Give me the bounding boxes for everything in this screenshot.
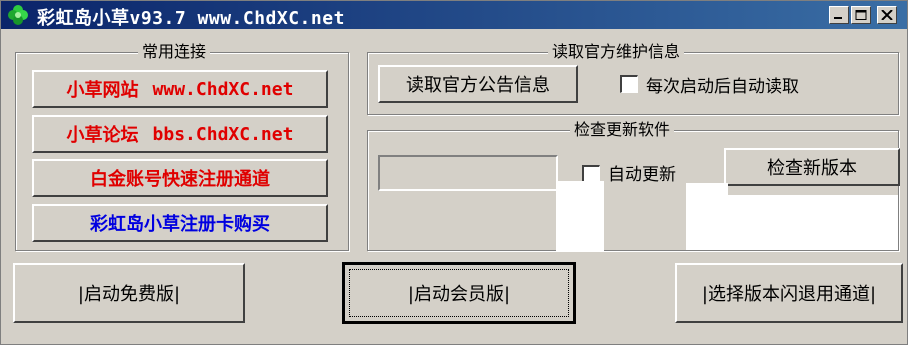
link-forum-label: 小草论坛 <box>66 125 139 146</box>
link-forum-button[interactable]: 小草论坛 bbs.ChdXC.net <box>32 115 328 153</box>
link-website-url: www.ChdXC.net <box>152 78 294 100</box>
launch-free-label: |启动免费版| <box>77 284 181 305</box>
link-website-label: 小草网站 <box>66 80 139 101</box>
clover-app-icon <box>7 4 29 26</box>
links-group-title: 常用连接 <box>138 42 211 62</box>
read-notice-label: 读取官方公告信息 <box>406 75 550 96</box>
check-version-label: 检查新版本 <box>767 158 857 179</box>
read-notice-button[interactable]: 读取官方公告信息 <box>378 65 578 103</box>
notice-group: 读取官方维护信息 读取官方公告信息 每次启动后自动读取 <box>367 42 899 115</box>
glitch-patch <box>728 195 898 250</box>
maximize-button[interactable] <box>851 6 871 24</box>
link-website-button[interactable]: 小草网站 www.ChdXC.net <box>32 70 328 108</box>
buy-card-label: 彩虹岛小草注册卡购买 <box>90 214 270 235</box>
platinum-register-button[interactable]: 白金账号快速注册通道 <box>32 159 328 197</box>
launch-free-button[interactable]: |启动免费版| <box>13 263 245 323</box>
fallback-channel-label: |选择版本闪退用通道| <box>701 284 877 305</box>
link-forum-url: bbs.ChdXC.net <box>152 123 294 145</box>
close-button[interactable] <box>877 6 897 24</box>
notice-group-title: 读取官方维护信息 <box>548 42 685 62</box>
minimize-icon <box>834 17 842 19</box>
check-version-button[interactable]: 检查新版本 <box>724 148 900 186</box>
minimize-button[interactable] <box>829 6 849 24</box>
buy-card-button[interactable]: 彩虹岛小草注册卡购买 <box>32 204 328 242</box>
maximize-icon <box>855 10 867 20</box>
launch-member-label: |启动会员版| <box>407 284 511 305</box>
auto-read-checkbox[interactable] <box>620 75 638 93</box>
update-status-field <box>378 155 558 191</box>
launch-member-button[interactable]: |启动会员版| <box>342 262 576 324</box>
auto-read-label: 每次启动后自动读取 <box>646 77 799 97</box>
update-group: 检查更新软件 自动更新 检查新版本 <box>367 120 900 251</box>
glitch-patch <box>556 181 604 251</box>
title-bar[interactable]: 彩虹岛小草v93.7 www.ChdXC.net <box>1 1 907 29</box>
close-icon <box>881 10 893 20</box>
update-group-title: 检查更新软件 <box>570 120 675 140</box>
platinum-register-label: 白金账号快速注册通道 <box>90 169 270 190</box>
glitch-patch <box>686 183 728 250</box>
window-title: 彩虹岛小草v93.7 www.ChdXC.net <box>37 8 345 29</box>
fallback-channel-button[interactable]: |选择版本闪退用通道| <box>675 263 903 323</box>
auto-update-label: 自动更新 <box>608 165 676 185</box>
links-group: 常用连接 小草网站 www.ChdXC.net 小草论坛 bbs.ChdXC.n… <box>15 42 349 251</box>
app-window: 彩虹岛小草v93.7 www.ChdXC.net 常用连接 小草网站 www.C… <box>0 0 908 345</box>
